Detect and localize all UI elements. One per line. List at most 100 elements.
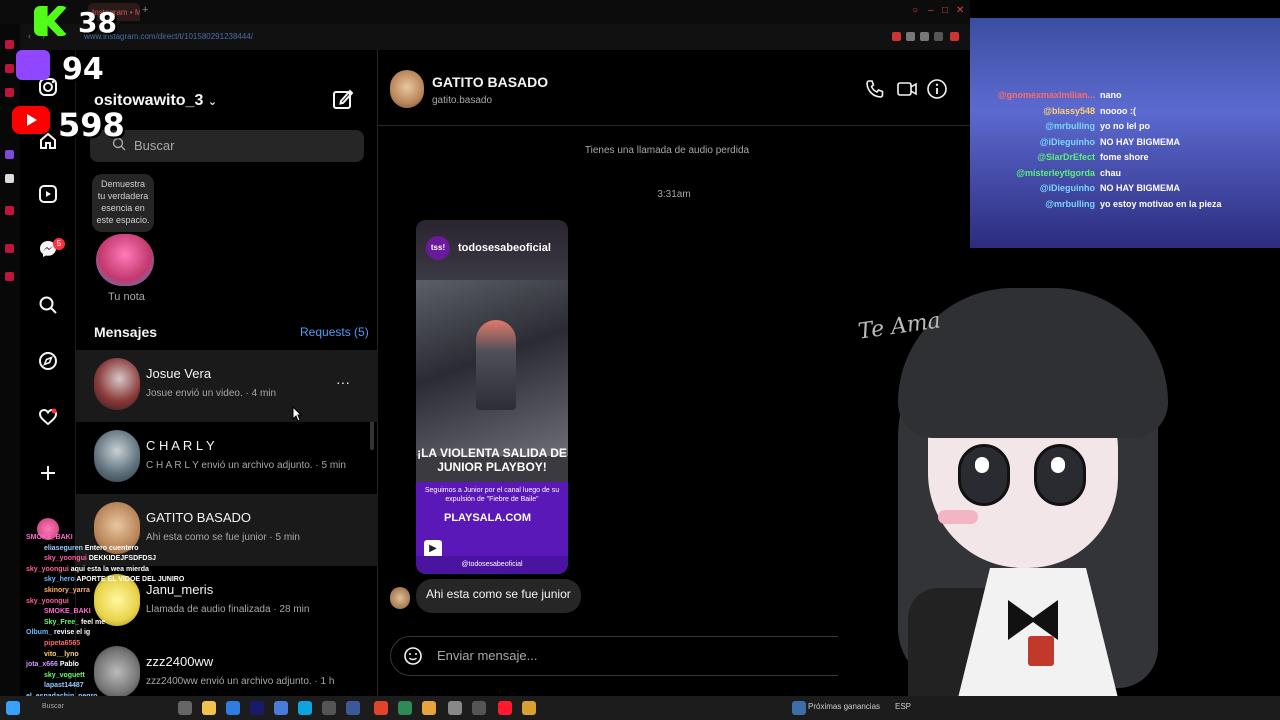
pencil-square-icon	[333, 89, 354, 109]
explore-icon[interactable]	[35, 348, 61, 374]
post-footer: @todosesabeoficial	[416, 556, 568, 574]
emoji-icon[interactable]	[403, 646, 423, 666]
feed-username: Sky_Free_	[44, 618, 80, 626]
chat-username: @iDieguinho	[1039, 136, 1095, 147]
chat-avatar[interactable]	[390, 70, 424, 108]
avatar	[94, 358, 140, 410]
conversation-preview: zzz2400ww envió un archivo adjunto. · 1 …	[146, 676, 335, 687]
extension-icon[interactable]	[892, 32, 901, 41]
app-icon[interactable]	[522, 701, 536, 715]
chat-name[interactable]: GATITO BASADO	[432, 74, 548, 90]
twitch-panel-icon[interactable]	[5, 150, 14, 159]
menu-icon[interactable]	[950, 32, 959, 41]
twitch-logo-icon	[16, 50, 50, 80]
conversation-name: zzz2400ww	[146, 654, 214, 669]
app-icon[interactable]	[298, 701, 312, 715]
feed-username: sky_yoongui	[44, 555, 87, 563]
feed-message: pipeta6565	[44, 640, 80, 647]
inbox-panel: ositowawito_3 ⌄ Buscar Demuestra tu verd…	[76, 50, 378, 698]
vscode-icon[interactable]	[250, 701, 264, 715]
message-input[interactable]	[437, 648, 817, 663]
notifications-heart-icon[interactable]	[35, 404, 61, 430]
app-icon[interactable]	[274, 701, 288, 715]
language-indicator[interactable]: ESP	[895, 702, 911, 711]
youtube-viewer-count: 598	[58, 106, 125, 144]
chat-text: nano	[1100, 90, 1122, 100]
feed-text: revise el ig	[52, 629, 91, 637]
chat-username: @mrbulling	[1045, 121, 1095, 131]
tab-bar: Instagram • Mensajes + ○ – □ ✕	[0, 0, 970, 24]
app-icon[interactable]	[398, 701, 412, 715]
search-tabs-icon[interactable]: ○	[912, 5, 918, 16]
account-icon[interactable]	[906, 32, 915, 41]
info-icon[interactable]	[926, 78, 948, 100]
new-tab-button[interactable]: +	[142, 4, 148, 16]
youtube-logo-icon	[12, 106, 50, 134]
download-icon[interactable]	[920, 32, 929, 41]
address-bar[interactable]: www.instagram.com/direct/t/1015802912384…	[60, 29, 880, 45]
feed-username: sky_hero	[44, 576, 75, 584]
more-options-icon[interactable]: ···	[336, 374, 350, 390]
task-view-icon[interactable]	[178, 701, 192, 715]
post-handle[interactable]: todosesabeoficial	[458, 242, 551, 254]
opera-panel-icon[interactable]	[5, 88, 14, 97]
feed-text: Entero cuentero	[82, 544, 139, 552]
feed-text: APORTE EL VIDOE DEL JUNIRO	[74, 576, 185, 584]
search-field[interactable]: Buscar	[90, 130, 364, 162]
chrome-icon[interactable]	[422, 701, 436, 715]
weather-icon	[792, 701, 806, 715]
conversation-item[interactable]: Josue Vera Josue envió un video. · 4 min…	[76, 350, 378, 422]
opera-panel-icon[interactable]	[5, 40, 14, 49]
feed-message: lapast14487	[44, 682, 84, 689]
compose-message-button[interactable]	[332, 88, 354, 116]
reels-icon[interactable]	[35, 181, 61, 207]
app-icon[interactable]	[322, 701, 336, 715]
chat-text: fome shore	[1100, 152, 1149, 162]
opera-panel-icon[interactable]	[5, 64, 14, 73]
opera-panel-icon[interactable]	[5, 272, 14, 281]
windows-start-icon[interactable]	[6, 701, 20, 715]
shared-reel-post[interactable]: tss! todosesabeoficial ¡LA VIOLENTA SALI…	[416, 220, 568, 574]
opera-panel-icon[interactable]	[5, 206, 14, 215]
app-icon[interactable]	[448, 701, 462, 715]
chat-username: @gnomexmaxlmilian...	[997, 90, 1095, 100]
requests-link[interactable]: Requests (5)	[300, 325, 369, 339]
chat-text: NO HAY BIGMEMA	[1100, 136, 1181, 147]
note-avatar[interactable]	[96, 234, 154, 286]
search-icon[interactable]	[35, 292, 61, 318]
stream-chat-overlay: @gnomexmaxlmilian... nano @blassy548 noooo …	[970, 18, 1280, 248]
conversation-preview: C H A R L Y envió un archivo adjunto. · …	[146, 460, 346, 471]
edge-icon[interactable]	[226, 701, 240, 715]
maximize-button[interactable]: □	[942, 5, 948, 16]
feed-username: jota_x666	[26, 661, 58, 669]
chat-username: @iDieguinho	[1039, 183, 1095, 193]
taskbar-search[interactable]: Buscar	[22, 701, 132, 715]
x-panel-icon[interactable]	[5, 174, 14, 183]
back-icon[interactable]: ‹	[28, 31, 31, 41]
opera-panel-icon[interactable]	[5, 244, 14, 253]
post-site: PLAYSALA.COM	[444, 512, 531, 524]
close-button[interactable]: ✕	[956, 5, 964, 16]
app-icon[interactable]	[472, 701, 486, 715]
app-icon[interactable]	[374, 701, 388, 715]
file-explorer-icon[interactable]	[202, 701, 216, 715]
note-bubble[interactable]: Demuestra tu verdadera esencia en este e…	[92, 174, 154, 232]
conversation-preview: Josue envió un video. · 4 min	[146, 388, 277, 399]
minimize-button[interactable]: –	[928, 5, 934, 16]
ai-icon[interactable]	[934, 32, 943, 41]
conversation-item[interactable]: C H A R L Y C H A R L Y envió un archivo…	[76, 422, 378, 494]
message-bubble[interactable]: Ahi esta como se fue junior	[416, 579, 581, 613]
kick-viewer-count: 38	[78, 6, 117, 39]
missed-call-notice: Tienes una llamada de audio perdida	[584, 145, 750, 156]
feed-message: sky_yoongui	[26, 598, 69, 605]
avatar-pin	[1028, 636, 1054, 666]
video-call-icon[interactable]	[896, 78, 918, 100]
feed-username: Olbum_	[26, 629, 53, 637]
feed-username: SMOKE_BAKI	[44, 608, 91, 616]
phone-call-icon[interactable]	[864, 78, 886, 100]
unread-badge: 5	[53, 238, 65, 250]
create-plus-icon[interactable]	[35, 460, 61, 486]
chevron-down-icon: ⌄	[207, 96, 218, 108]
app-icon[interactable]	[346, 701, 360, 715]
opera-icon[interactable]	[498, 701, 512, 715]
